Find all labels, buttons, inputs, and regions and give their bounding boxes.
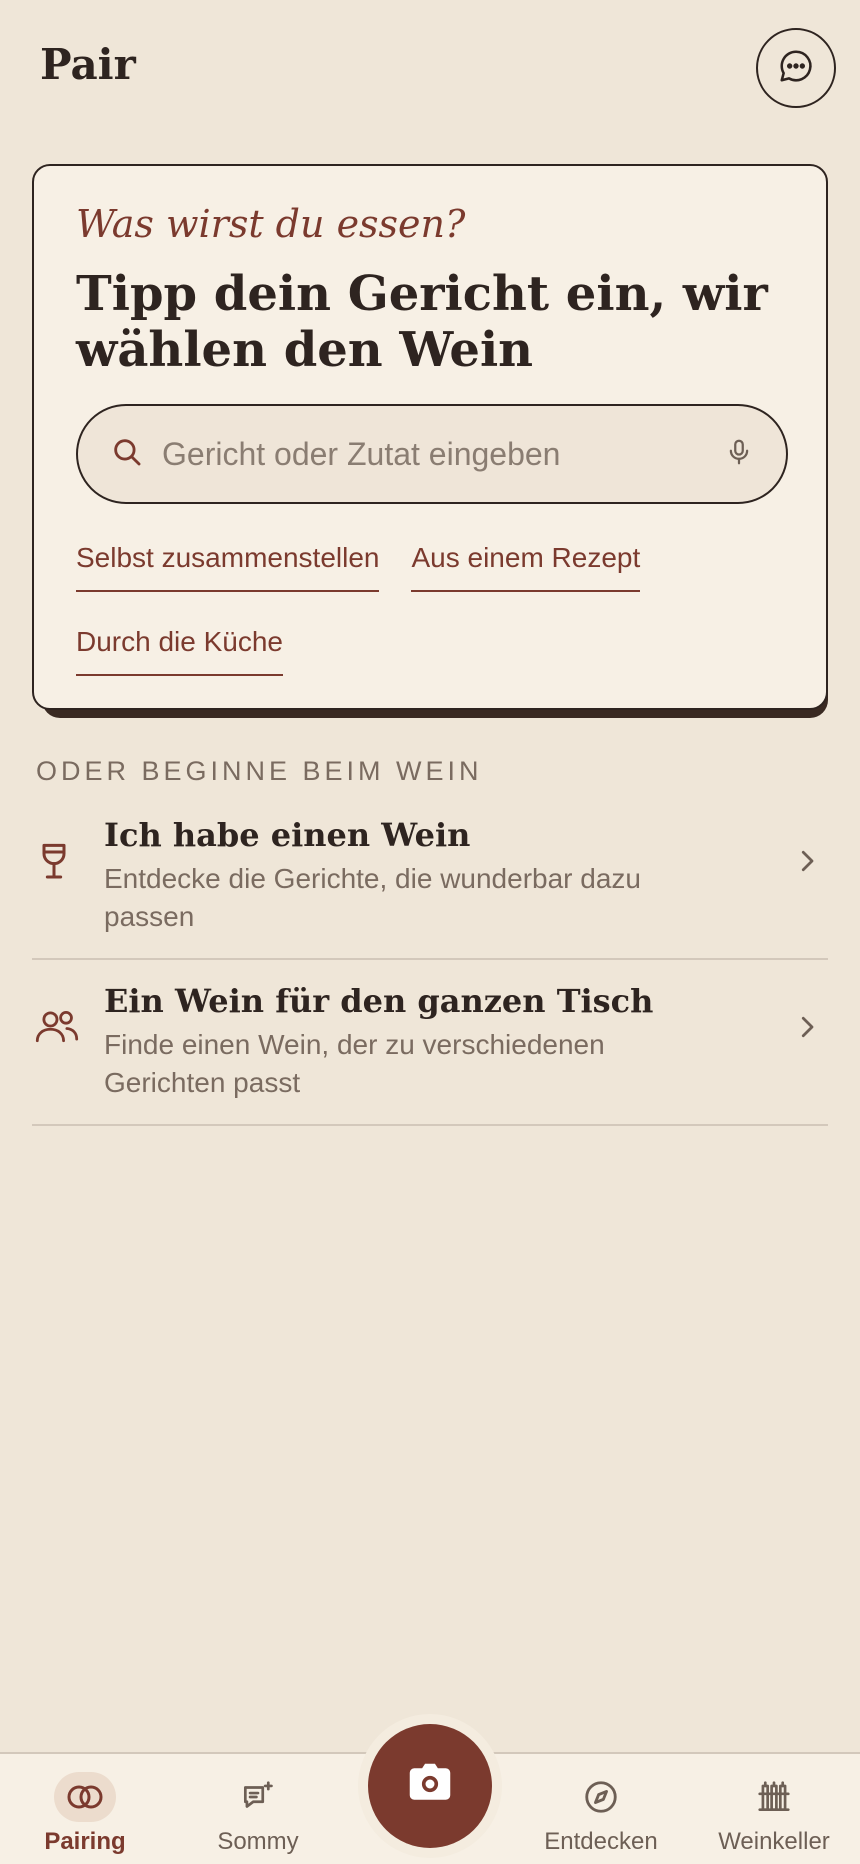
nav-item-pairing[interactable]: Pairing <box>10 1754 160 1864</box>
entry-links: Selbst zusammenstellen Aus einem Rezept <box>76 542 641 592</box>
search-icon <box>110 435 144 474</box>
header: Pair <box>0 0 860 140</box>
card-eyebrow: Was wirst du essen? <box>76 202 466 246</box>
from-recipe-link[interactable]: Aus einem Rezept <box>411 542 641 592</box>
dish-search-card: Was wirst du essen? Tipp dein Gericht ei… <box>32 164 828 710</box>
list-item-subtitle: Finde einen Wein, der zu verschiedenen G… <box>104 1029 605 1098</box>
chevron-right-icon <box>792 846 822 876</box>
page-title: Pair <box>40 40 136 89</box>
chat-sparkle-icon <box>227 1772 289 1822</box>
wine-rack-icon <box>743 1772 805 1822</box>
chevron-right-icon <box>792 1012 822 1042</box>
microphone-icon[interactable] <box>724 437 754 472</box>
compose-yourself-link[interactable]: Selbst zusammenstellen <box>76 542 380 592</box>
nav-item-weinkeller[interactable]: Weinkeller <box>699 1754 849 1864</box>
pairing-rings-icon <box>54 1772 116 1822</box>
card-heading: Tipp dein Gericht ein, wir wählen den We… <box>76 266 768 378</box>
compass-icon <box>570 1772 632 1822</box>
camera-button[interactable] <box>368 1724 492 1848</box>
camera-icon <box>403 1757 457 1816</box>
chat-button[interactable] <box>756 28 836 108</box>
chat-bubble-icon <box>777 47 815 90</box>
people-icon <box>34 1006 79 1050</box>
list-item-whole-table[interactable]: Ein Wein für den ganzen Tisch Finde eine… <box>32 960 828 1126</box>
nav-label: Entdecken <box>544 1828 658 1855</box>
through-kitchen-link[interactable]: Durch die Küche <box>76 626 284 676</box>
entry-links-second: Durch die Küche <box>76 626 284 676</box>
nav-label: Sommy <box>217 1828 299 1855</box>
list-item-have-wine[interactable]: Ich habe einen Wein Entdecke die Gericht… <box>32 794 828 960</box>
list-item-title: Ich habe einen Wein <box>104 816 471 854</box>
section-label: ODER BEGINNE BEIM WEIN <box>36 756 483 786</box>
pairing-screen: Pair Was wirst du essen? Tipp dein Geric… <box>0 0 860 1864</box>
wine-glass-icon <box>34 840 78 884</box>
search-placeholder: Gericht oder Zutat eingeben <box>162 435 561 472</box>
nav-item-sommy[interactable]: Sommy <box>183 1754 333 1864</box>
nav-label: Pairing <box>44 1828 126 1855</box>
dish-search-input[interactable]: Gericht oder Zutat eingeben <box>76 404 788 504</box>
nav-item-entdecken[interactable]: Entdecken <box>526 1754 676 1864</box>
list-item-subtitle: Entdecke die Gerichte, die wunderbar daz… <box>104 863 641 932</box>
nav-label: Weinkeller <box>718 1828 830 1855</box>
list-item-title: Ein Wein für den ganzen Tisch <box>104 982 654 1020</box>
